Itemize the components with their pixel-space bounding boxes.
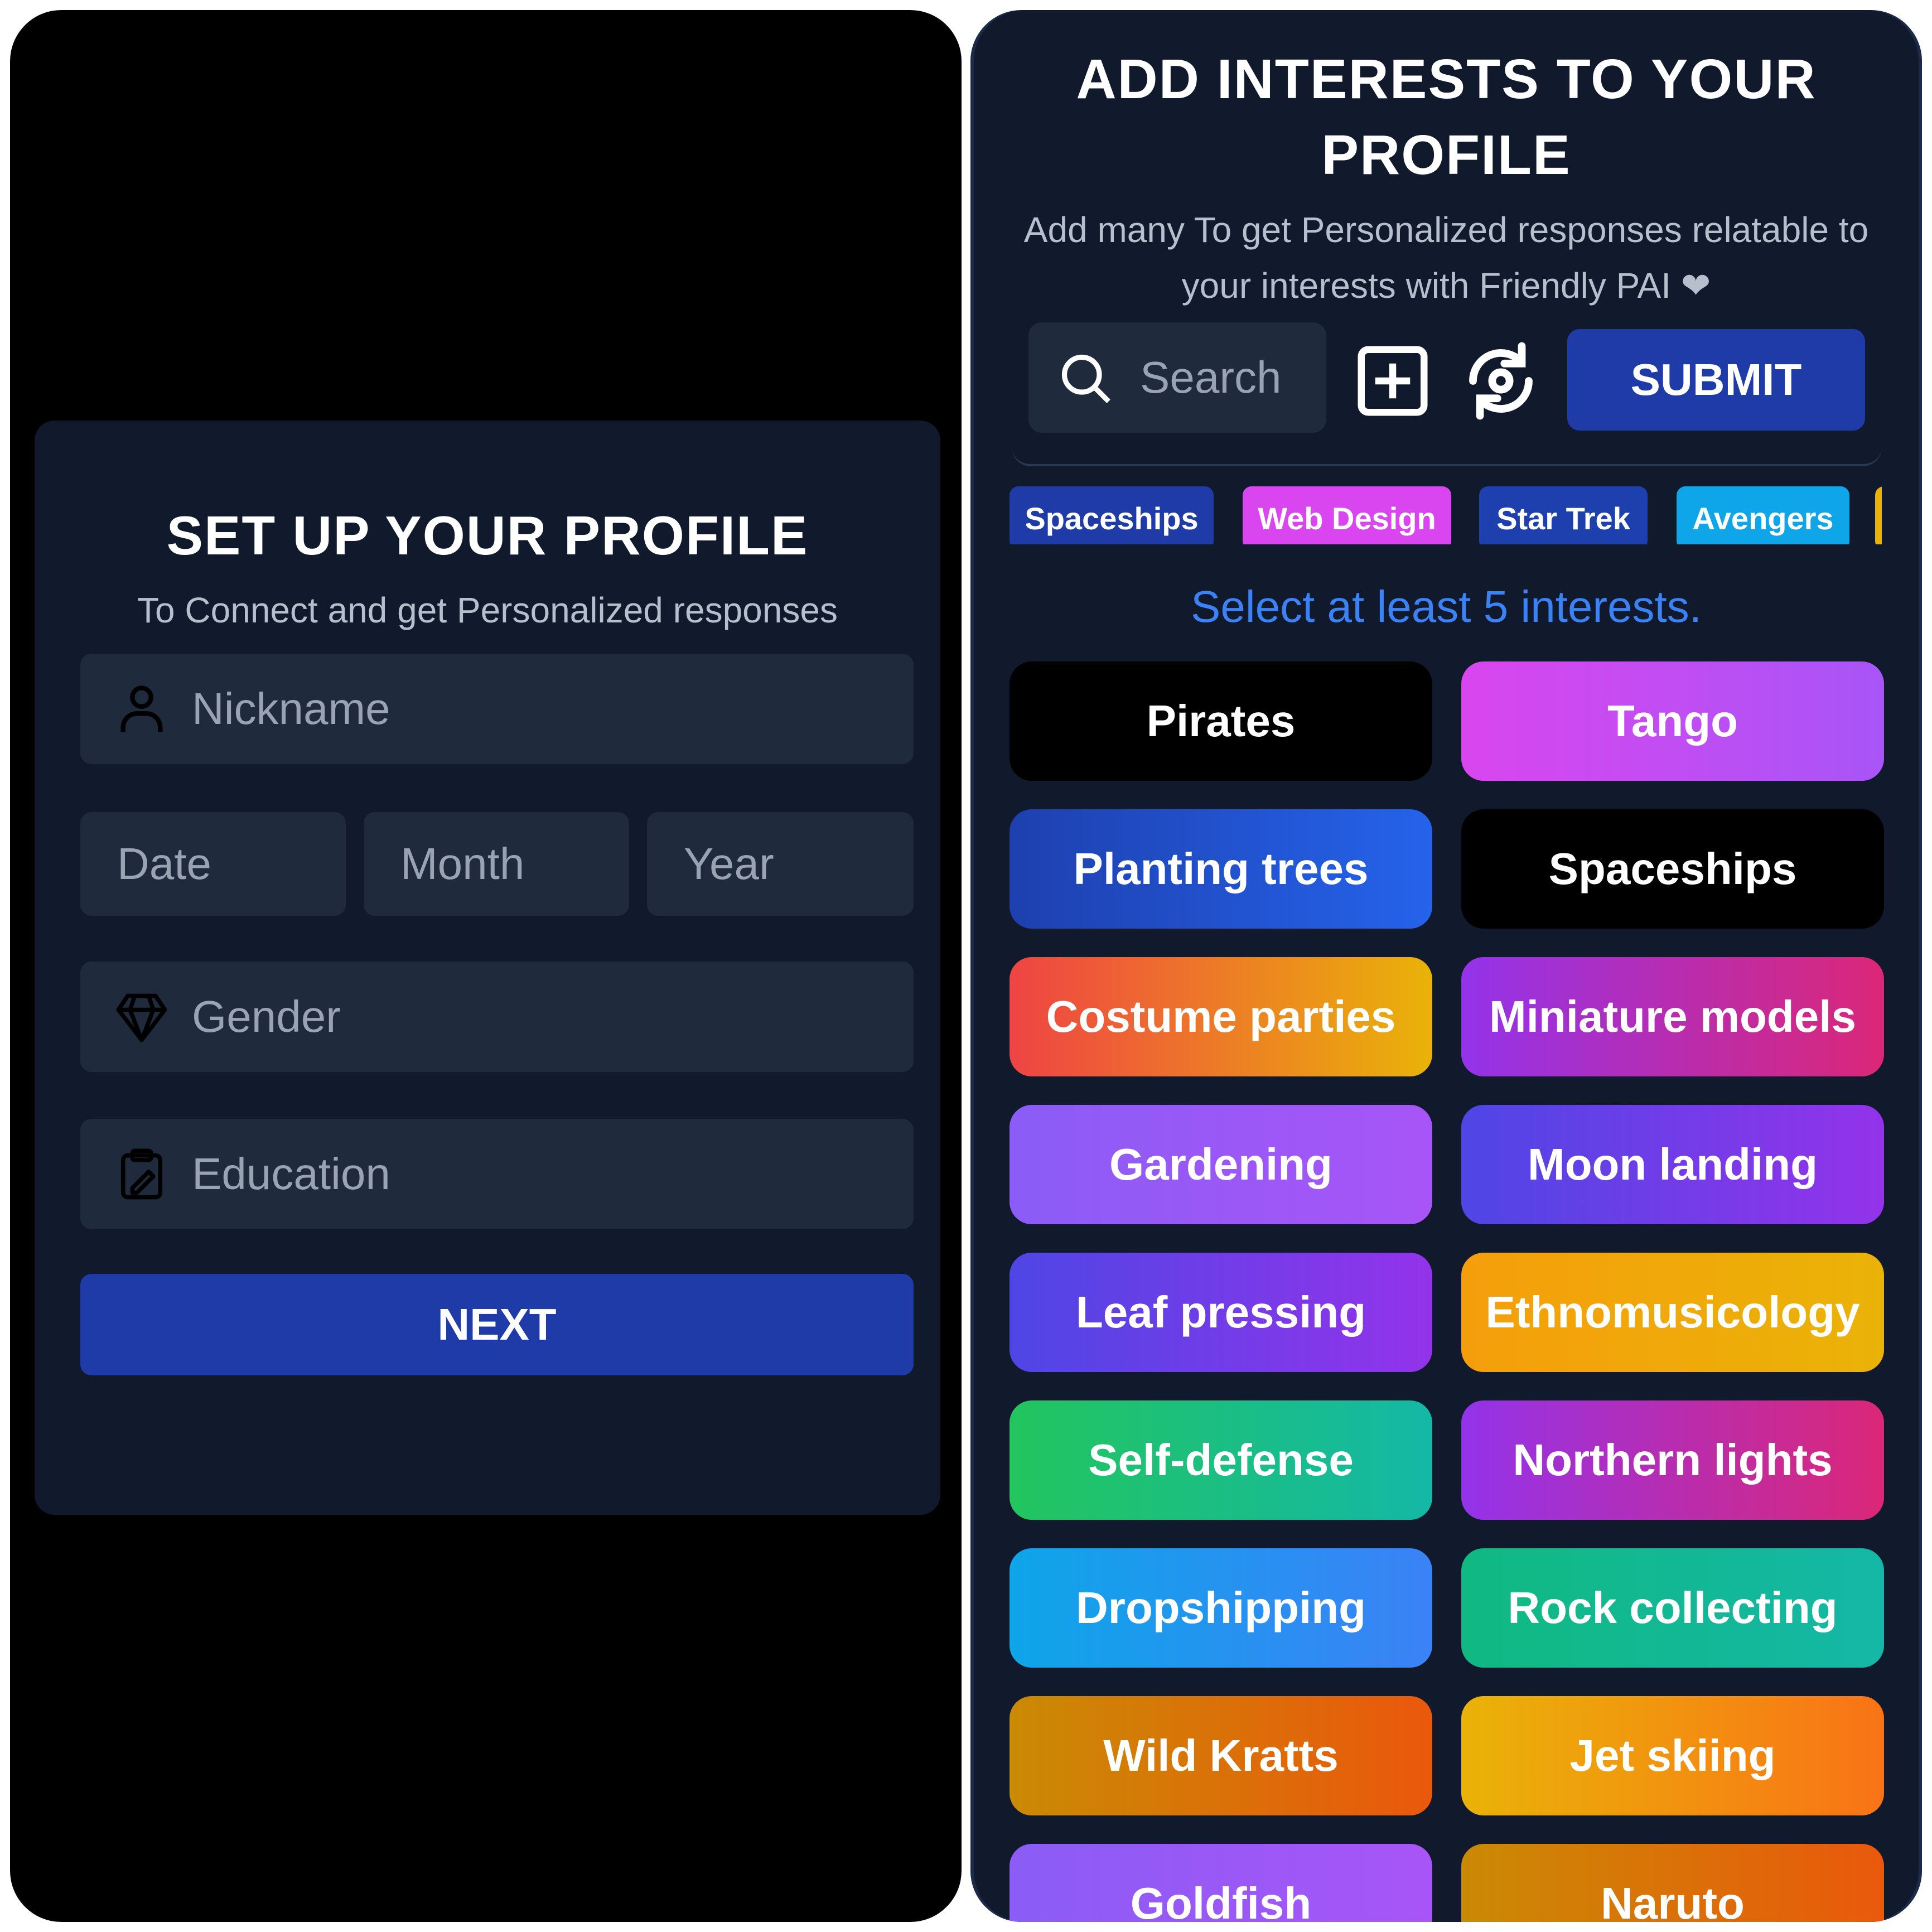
search-input[interactable]: Search (1028, 322, 1326, 433)
selected-chip[interactable]: Avengers (1677, 486, 1849, 544)
interest-tile[interactable]: Dropshipping (1010, 1548, 1432, 1668)
user-icon (120, 685, 163, 732)
selected-interests-row[interactable]: Spaceships Web Design Star Trek Avengers (1010, 477, 1882, 544)
interest-tile[interactable]: Miniature models (1461, 957, 1884, 1076)
date-placeholder: Date (117, 839, 211, 888)
month-placeholder: Month (400, 839, 525, 888)
selection-hint: Select at least 5 interests. (1190, 582, 1702, 631)
interest-tile[interactable]: Moon landing (1461, 1105, 1884, 1224)
interests-screen: ADD INTERESTS TO YOUR PROFILE Add many T… (970, 10, 1922, 1922)
education-field[interactable]: Education (80, 1119, 914, 1229)
interest-tile[interactable]: Northern lights (1461, 1400, 1884, 1520)
date-field[interactable]: Date (80, 812, 346, 916)
page-title: SET UP YOUR PROFILE (166, 505, 809, 566)
search-placeholder: Search (1140, 352, 1282, 402)
interest-tile[interactable]: Planting trees (1010, 809, 1432, 929)
clipboard-edit-icon (120, 1148, 163, 1200)
interest-tile[interactable]: Naruto (1461, 1844, 1884, 1922)
diamond-icon (116, 993, 167, 1042)
add-icon[interactable] (1351, 339, 1434, 423)
interest-tile[interactable]: Tango (1461, 661, 1884, 781)
interest-tile[interactable]: Rock collecting (1461, 1548, 1884, 1668)
month-field[interactable]: Month (364, 812, 629, 916)
toolbar-divider (1012, 447, 1882, 466)
selected-chip[interactable]: Spaceships (1010, 486, 1214, 544)
selected-chip-overflow[interactable] (1875, 486, 1882, 544)
profile-setup-screen: SET UP YOUR PROFILE To Connect and get P… (10, 10, 962, 1922)
interest-tile[interactable]: Pirates (1010, 661, 1432, 781)
year-field[interactable]: Year (647, 812, 914, 916)
page-subtitle: To Connect and get Personalized response… (137, 590, 838, 630)
nickname-placeholder: Nickname (192, 684, 390, 733)
gender-placeholder: Gender (192, 992, 341, 1041)
interest-tile[interactable]: Jet skiing (1461, 1696, 1884, 1815)
interest-tile[interactable]: Goldfish (1010, 1844, 1432, 1922)
selected-chip[interactable]: Star Trek (1479, 486, 1648, 544)
interests-title: ADD INTERESTS TO YOUR PROFILE (1076, 48, 1817, 186)
interest-tile[interactable]: Self-defense (1010, 1400, 1432, 1520)
gender-field[interactable]: Gender (80, 962, 914, 1072)
interest-tile[interactable]: Leaf pressing (1010, 1253, 1432, 1372)
year-placeholder: Year (684, 839, 774, 888)
profile-card: SET UP YOUR PROFILE To Connect and get P… (35, 421, 940, 1515)
nickname-field[interactable]: Nickname (80, 654, 914, 764)
refresh-icon[interactable] (1459, 339, 1543, 423)
submit-button[interactable]: SUBMIT (1567, 329, 1865, 431)
interest-tile[interactable]: Spaceships (1461, 809, 1884, 929)
interest-tile[interactable]: Ethnomusicology (1461, 1253, 1884, 1372)
selected-chip[interactable]: Web Design (1243, 486, 1451, 544)
interests-subtitle: Add many To get Personalized responses r… (1023, 210, 1869, 306)
interest-tile[interactable]: Costume parties (1010, 957, 1432, 1076)
next-button[interactable]: NEXT (80, 1274, 914, 1375)
education-placeholder: Education (192, 1149, 390, 1199)
interest-tile[interactable]: Gardening (1010, 1105, 1432, 1224)
interest-tile[interactable]: Wild Kratts (1010, 1696, 1432, 1815)
search-icon (1061, 354, 1110, 403)
